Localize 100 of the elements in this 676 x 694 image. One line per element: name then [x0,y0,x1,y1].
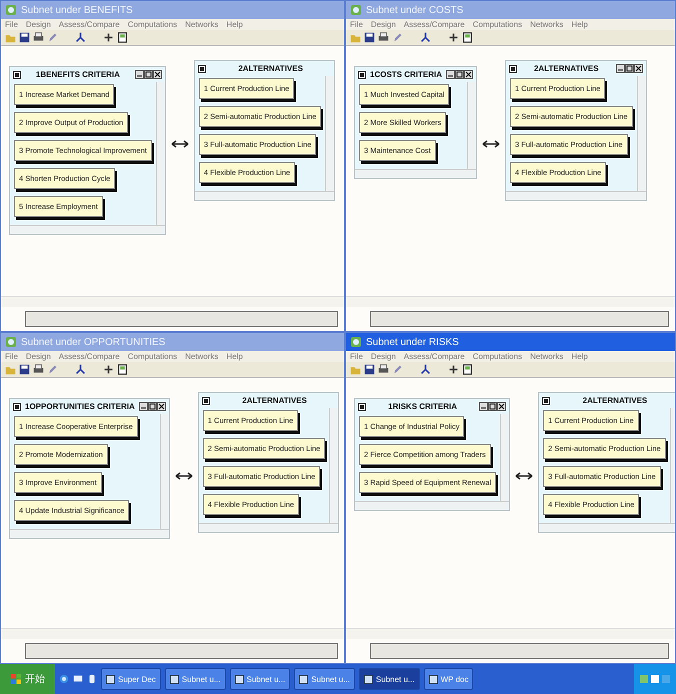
window-title: Subnet under RISKS [366,336,459,348]
menu-item[interactable]: Networks [185,352,218,361]
cluster-menu-icon[interactable] [13,70,21,78]
desktop-icon[interactable] [73,674,83,684]
print-icon[interactable] [33,364,44,375]
menu-item[interactable]: Networks [530,20,564,29]
menu-item[interactable]: File [350,20,363,29]
menu-item[interactable]: Help [571,352,588,361]
save-icon[interactable] [19,364,30,375]
menu-item[interactable]: Computations [128,20,178,29]
cluster-menu-icon[interactable] [202,396,210,404]
menu-item[interactable]: File [350,352,363,361]
scrollbar[interactable] [500,414,510,501]
pencil-icon[interactable] [392,364,403,375]
scrollbar[interactable] [346,296,675,307]
scrollbar[interactable] [355,169,476,178]
window-controls-icon[interactable] [138,402,166,411]
cluster-menu-icon[interactable] [13,402,21,410]
print-icon[interactable] [33,32,44,43]
menu-item[interactable]: Design [26,20,51,29]
cluster-title: 2ALTERNATIVES [241,396,308,405]
tray-icons-icon[interactable] [640,674,670,684]
browser-icon[interactable] [59,674,69,684]
taskbar-button[interactable]: Subnet u... [294,668,355,690]
network-icon[interactable] [75,32,86,43]
menu-item[interactable]: Assess/Compare [58,352,120,361]
frame-icon[interactable] [117,364,128,375]
save-icon[interactable] [364,364,375,375]
menu-item[interactable]: Assess/Compare [404,352,465,361]
plus-icon[interactable] [448,364,459,375]
taskbar-button[interactable]: Subnet u... [358,668,420,690]
scrollbar[interactable] [160,414,169,529]
menu-item[interactable]: Computations [472,20,522,29]
start-button[interactable]: 开始 [0,664,55,694]
window-controls-icon[interactable] [479,402,506,411]
menu-item[interactable]: Computations [128,352,178,361]
window-icon [106,674,115,684]
scrollbar[interactable] [467,82,476,169]
windows-flag-icon [10,673,22,685]
double-arrow-icon [170,140,190,148]
taskbar-button[interactable]: WP doc [424,668,474,690]
network-icon[interactable] [75,364,86,375]
cluster-menu-icon[interactable] [542,396,550,404]
menu-item[interactable]: Design [370,20,396,29]
scrollbar[interactable] [1,296,344,307]
menu-item[interactable]: Computations [472,352,522,361]
scrollbar[interactable] [636,76,646,191]
cluster-title: 2ALTERNATIVES [532,64,600,73]
scrollbar[interactable] [506,191,646,200]
menu-item[interactable]: Help [571,20,588,29]
cluster-menu-icon[interactable] [198,64,206,72]
save-icon[interactable] [19,32,30,43]
save-icon[interactable] [364,32,375,43]
network-icon[interactable] [420,32,431,43]
scrollbar[interactable] [346,628,675,639]
scrollbar[interactable] [194,191,334,200]
pencil-icon[interactable] [47,364,58,375]
scrollbar[interactable] [325,76,334,191]
scrollbar[interactable] [355,501,510,510]
menu-item[interactable]: File [5,352,18,361]
scrollbar[interactable] [10,225,165,234]
window-controls-icon[interactable] [446,70,474,79]
taskbar-button[interactable]: Super Dec [101,668,161,690]
menu-item[interactable]: Help [226,352,243,361]
cluster-title: 1RISKS CRITERIA [387,402,458,411]
scrollbar[interactable] [156,82,165,225]
menu-item[interactable]: Assess/Compare [58,20,120,29]
frame-icon[interactable] [462,364,473,375]
menu-item[interactable]: Networks [185,20,218,29]
network-icon[interactable] [420,364,431,375]
menu-item[interactable]: Assess/Compare [404,20,465,29]
cluster-menu-icon[interactable] [509,64,518,72]
cluster-menu-icon[interactable] [358,402,366,410]
print-icon[interactable] [378,364,389,375]
scrollbar[interactable] [329,408,338,523]
plus-icon[interactable] [448,32,459,43]
scrollbar[interactable] [1,628,344,639]
taskbar-button[interactable]: Subnet u... [164,668,226,690]
window-controls-icon[interactable] [616,64,643,73]
scrollbar[interactable] [10,529,169,538]
menu-item[interactable]: Networks [530,352,564,361]
menu-item[interactable]: Design [370,352,396,361]
scrollbar[interactable] [539,523,675,532]
pencil-icon[interactable] [47,32,58,43]
double-arrow-icon [514,472,534,480]
frame-icon[interactable] [117,32,128,43]
menu-item[interactable]: File [5,20,18,29]
media-icon[interactable] [87,674,97,684]
window-controls-icon[interactable] [134,70,162,79]
window-icon [234,674,244,684]
plus-icon[interactable] [103,364,114,375]
plus-icon[interactable] [103,32,114,43]
print-icon[interactable] [378,32,389,43]
pencil-icon[interactable] [392,32,403,43]
cluster-menu-icon[interactable] [358,70,366,78]
frame-icon[interactable] [462,32,473,43]
taskbar-button[interactable]: Subnet u... [230,668,290,690]
scrollbar[interactable] [198,523,338,532]
menu-item[interactable]: Design [26,352,51,361]
menu-item[interactable]: Help [226,20,243,29]
